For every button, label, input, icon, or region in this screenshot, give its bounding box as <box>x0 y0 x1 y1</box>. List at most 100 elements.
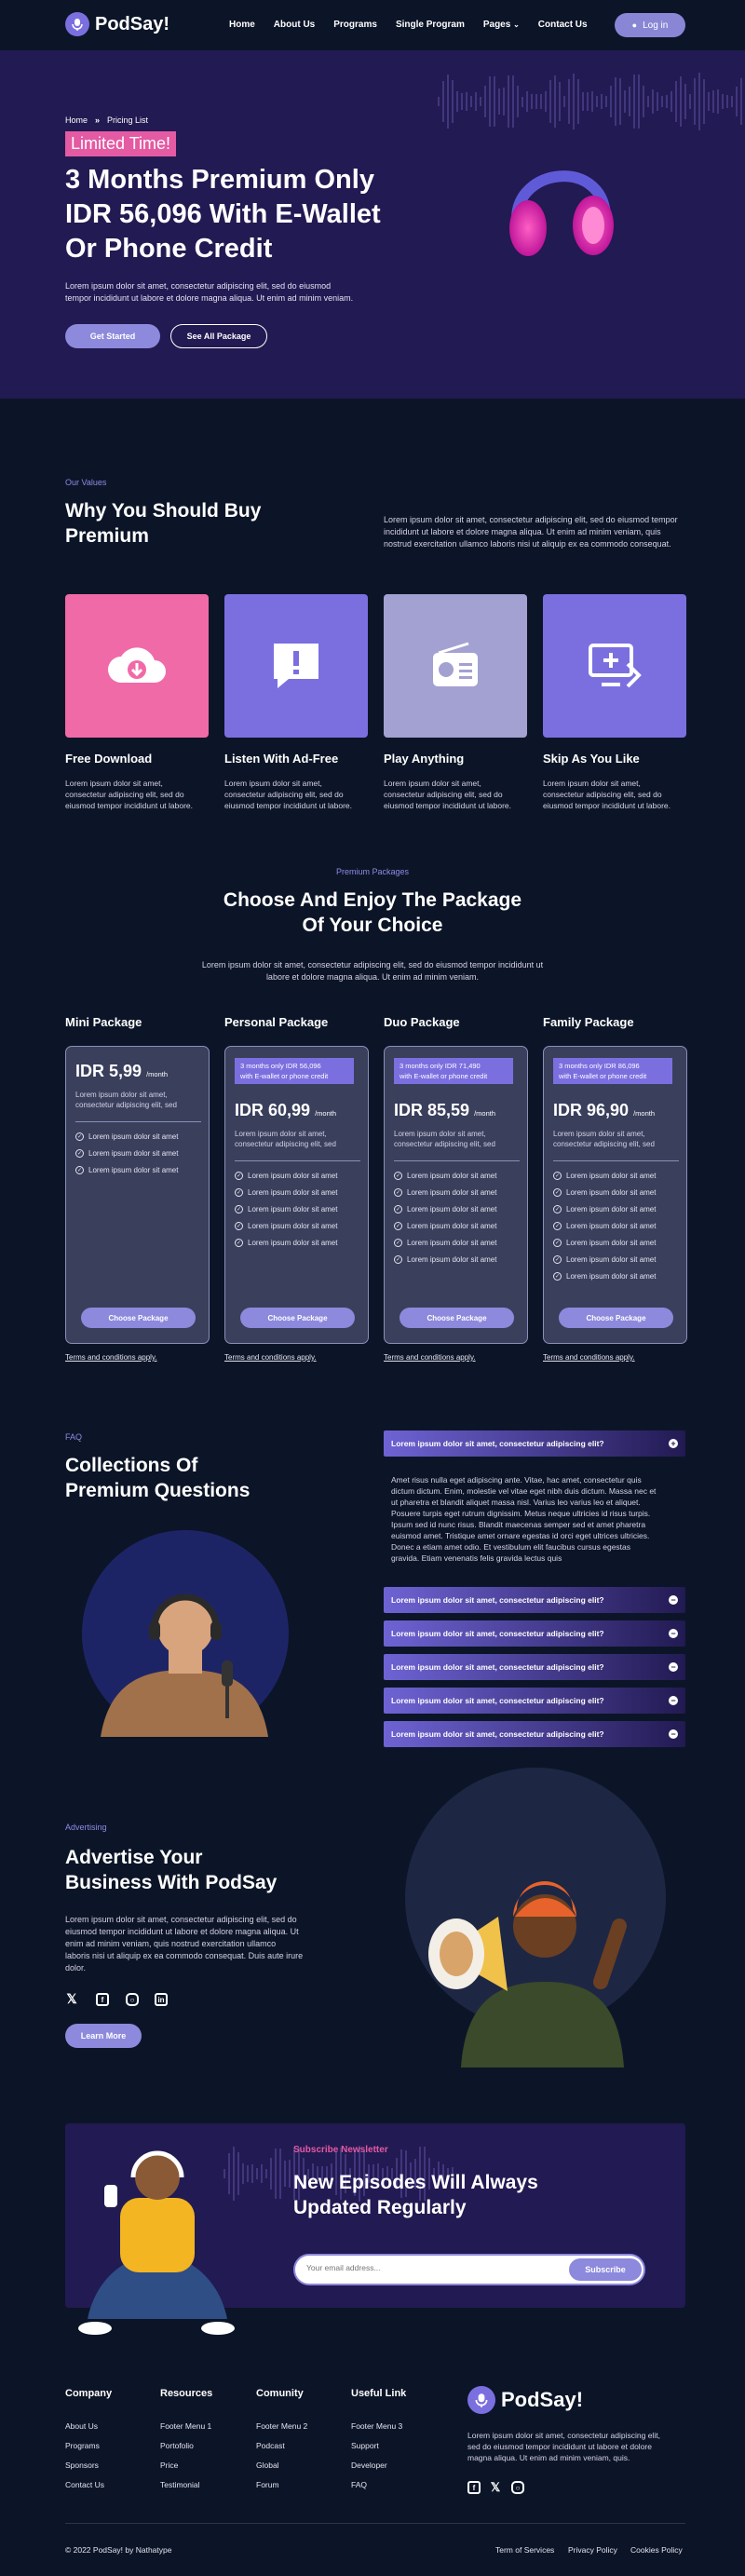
nav-pages[interactable]: Pages ⌄ <box>483 20 520 30</box>
minus-icon: − <box>669 1629 678 1638</box>
footer-link[interactable]: Footer Menu 3 <box>351 2421 402 2431</box>
feature-label: Lorem ipsum dolor sit amet <box>248 1205 338 1213</box>
footer-logo[interactable]: PodSay! <box>467 2386 583 2414</box>
faq-question[interactable]: Lorem ipsum dolor sit amet, consectetur … <box>384 1587 685 1613</box>
footer-link[interactable]: Footer Menu 2 <box>256 2421 307 2431</box>
nav-programs[interactable]: Programs <box>333 20 377 30</box>
faq-question[interactable]: Lorem ipsum dolor sit amet, consectetur … <box>384 1721 685 1747</box>
terms-of-service-link[interactable]: Term of Services <box>495 2545 554 2555</box>
footer-link[interactable]: Forum <box>256 2480 279 2489</box>
twitter-icon[interactable]: 𝕏 <box>489 2480 502 2494</box>
choose-package-button[interactable]: Choose Package <box>81 1308 196 1328</box>
cookies-policy-link[interactable]: Cookies Policy <box>630 2545 683 2555</box>
login-button[interactable]: ● Log in <box>615 13 685 37</box>
packages-desc-line: labore et dolore magna aliqua. Ut enim a… <box>265 972 480 982</box>
feature-label: Lorem ipsum dolor sit amet <box>248 1172 338 1180</box>
nav-about[interactable]: About Us <box>274 20 315 30</box>
choose-package-button[interactable]: Choose Package <box>240 1308 355 1328</box>
instagram-icon[interactable]: ○ <box>126 1993 139 2006</box>
price-value: IDR 85,59 <box>394 1101 470 1119</box>
terms-link[interactable]: Terms and conditions apply. <box>384 1353 476 1362</box>
promo-tag-line: 3 months only IDR 71,490 <box>400 1062 481 1070</box>
value-title: Play Anything <box>384 752 465 766</box>
see-all-package-button[interactable]: See All Package <box>170 324 267 348</box>
feature-label: Lorem ipsum dolor sit amet <box>88 1149 179 1158</box>
card-divider <box>553 1160 679 1161</box>
footer-link[interactable]: About Us <box>65 2421 98 2431</box>
terms-link[interactable]: Terms and conditions apply. <box>224 1353 317 1362</box>
plus-icon: + <box>669 1439 678 1448</box>
linkedin-icon[interactable]: in <box>155 1993 168 2006</box>
faq-question[interactable]: Lorem ipsum dolor sit amet, consectetur … <box>384 1688 685 1714</box>
footer-link[interactable]: Global <box>256 2461 279 2470</box>
check-circle-icon: ✓ <box>75 1132 84 1141</box>
brand-logo[interactable]: PodSay! <box>65 12 169 36</box>
faq-question[interactable]: Lorem ipsum dolor sit amet, consectetur … <box>384 1654 685 1680</box>
footer-link[interactable]: FAQ <box>351 2480 367 2489</box>
facebook-icon[interactable]: f <box>467 2481 481 2494</box>
footer-link[interactable]: Testimonial <box>160 2480 200 2489</box>
feature-label: Lorem ipsum dolor sit amet <box>407 1205 497 1213</box>
facebook-icon[interactable]: f <box>96 1993 109 2006</box>
advertise-desc-line: laboris nisi ut aliquip ex ea commodo co… <box>65 1951 304 1960</box>
newsletter-title-line: New Episodes Will Always <box>293 2172 538 2193</box>
package-name: Family Package <box>543 1015 634 1029</box>
twitter-icon[interactable]: 𝕏 <box>65 1991 78 2006</box>
minus-icon: − <box>669 1729 678 1739</box>
choose-package-button[interactable]: Choose Package <box>559 1308 673 1328</box>
newsletter-title-line: Updated Regularly <box>293 2197 467 2218</box>
skip-tile <box>543 594 686 738</box>
check-circle-icon: ✓ <box>553 1188 562 1197</box>
faq-question[interactable]: Lorem ipsum dolor sit amet, consectetur … <box>384 1620 685 1647</box>
privacy-policy-link[interactable]: Privacy Policy <box>568 2545 617 2555</box>
package-desc-line: Lorem ipsum dolor sit amet, <box>75 1091 168 1099</box>
faq-answer-line: gravida. Etiam venenatis felis gravida l… <box>391 1553 562 1563</box>
advertise-desc-line: enim ad minim veniam, quis nostrud exerc… <box>65 1939 277 1948</box>
cloud-download-icon <box>108 647 166 683</box>
terms-link[interactable]: Terms and conditions apply. <box>543 1353 635 1362</box>
email-input[interactable] <box>306 2263 539 2272</box>
breadcrumb-home[interactable]: Home <box>65 115 88 125</box>
footer-link[interactable]: Footer Menu 1 <box>160 2421 211 2431</box>
learn-more-button[interactable]: Learn More <box>65 2024 142 2048</box>
values-desc-line: incididunt ut labore et dolore magna ali… <box>384 527 661 536</box>
subscribe-button[interactable]: Subscribe <box>569 2258 642 2281</box>
faq-answer-line: Posuere turpis eget rutrum dignissim. Me… <box>391 1509 651 1518</box>
hero-title: 3 Months Premium Only IDR 56,096 With E-… <box>65 163 503 266</box>
footer-link[interactable]: Price <box>160 2461 178 2470</box>
email-subscribe-form: Subscribe <box>293 2254 645 2285</box>
value-title: Free Download <box>65 752 153 766</box>
footer-link[interactable]: Developer <box>351 2461 387 2470</box>
check-circle-icon: ✓ <box>553 1205 562 1213</box>
value-desc-line: Lorem ipsum dolor sit amet, <box>224 779 322 788</box>
feature-item: ✓ Lorem ipsum dolor sit amet <box>394 1205 496 1213</box>
instagram-icon[interactable]: ○ <box>511 2481 524 2494</box>
nav-contact[interactable]: Contact Us <box>538 20 588 30</box>
feature-label: Lorem ipsum dolor sit amet <box>407 1188 497 1197</box>
nav-single-program[interactable]: Single Program <box>396 20 465 30</box>
feature-label: Lorem ipsum dolor sit amet <box>566 1205 657 1213</box>
breadcrumb: Home » Pricing List <box>65 115 148 125</box>
faq-question[interactable]: Lorem ipsum dolor sit amet, consectetur … <box>384 1430 685 1457</box>
newsletter-eyebrow: Subscribe Newsletter <box>293 2145 388 2155</box>
podcaster-illustration <box>82 1530 289 1737</box>
terms-link[interactable]: Terms and conditions apply. <box>65 1353 157 1362</box>
footer-link[interactable]: Contact Us <box>65 2480 104 2489</box>
footer-link[interactable]: Portofolio <box>160 2441 194 2450</box>
feature-label: Lorem ipsum dolor sit amet <box>248 1222 338 1230</box>
minus-icon: − <box>669 1662 678 1672</box>
nav-home[interactable]: Home <box>229 20 255 30</box>
choose-package-button[interactable]: Choose Package <box>400 1308 514 1328</box>
values-title-line: Premium <box>65 525 149 547</box>
get-started-button[interactable]: Get Started <box>65 324 160 348</box>
package-desc-line: consectetur adipiscing elit, sed <box>75 1101 177 1109</box>
check-circle-icon: ✓ <box>235 1172 243 1180</box>
brand-name: PodSay! <box>95 13 170 34</box>
footer-link[interactable]: Support <box>351 2441 379 2450</box>
footer-link[interactable]: Sponsors <box>65 2461 99 2470</box>
footer-link[interactable]: Podcast <box>256 2441 285 2450</box>
footer-link[interactable]: Programs <box>65 2441 100 2450</box>
feature-label: Lorem ipsum dolor sit amet <box>566 1188 657 1197</box>
package-desc-line: Lorem ipsum dolor sit amet, <box>235 1130 327 1138</box>
feature-item: ✓ Lorem ipsum dolor sit amet <box>75 1166 178 1174</box>
